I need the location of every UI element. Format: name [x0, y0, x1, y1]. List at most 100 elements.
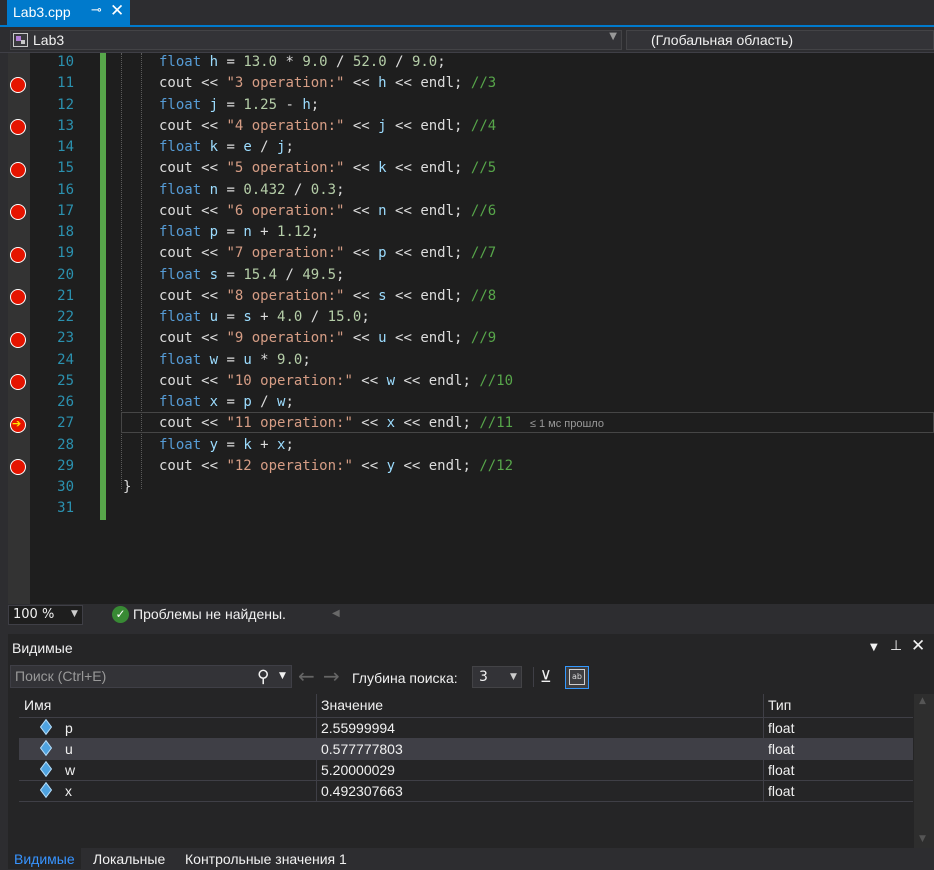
- code-line[interactable]: float p = n + 1.12;: [159, 224, 319, 240]
- tab-view-icon: ab: [569, 669, 585, 685]
- problems-status[interactable]: Проблемы не найдены.: [133, 606, 286, 622]
- row-value[interactable]: 0.492307663: [321, 783, 403, 799]
- code-line[interactable]: cout << "4 operation:" << j << endl; //4: [159, 118, 496, 134]
- code-token: =: [218, 181, 244, 198]
- column-resize-handle[interactable]: [763, 694, 764, 718]
- code-token: +: [251, 309, 278, 325]
- breakpoint-icon[interactable]: [10, 331, 26, 348]
- code-token: ;: [285, 139, 294, 155]
- window-menu-icon[interactable]: ▼: [870, 642, 878, 653]
- arrow-left-icon[interactable]: ←: [298, 664, 315, 688]
- view-mode-button[interactable]: ab: [565, 666, 589, 689]
- code-token: w: [386, 372, 396, 389]
- project-dropdown[interactable]: Lab3 ▼: [10, 30, 622, 50]
- code-token: +: [251, 224, 278, 240]
- code-token: ;: [361, 309, 370, 325]
- code-token: =: [218, 54, 244, 70]
- line-number: 30: [57, 479, 74, 495]
- zoom-dropdown[interactable]: 100 % ▼: [8, 605, 83, 625]
- code-token: x: [209, 394, 219, 410]
- code-editor[interactable]: 10 float h = 13.0 * 9.0 / 52.0 / 9.0; 11 co…: [8, 53, 934, 604]
- tool-tab-2[interactable]: Локальные: [87, 848, 171, 869]
- column-divider: [763, 739, 764, 760]
- code-token: p: [378, 245, 387, 262]
- vertical-scrollbar[interactable]: ▲ ▼: [914, 694, 934, 849]
- project-icon: [13, 33, 28, 47]
- code-line[interactable]: float n = 0.432 / 0.3;: [159, 182, 345, 198]
- code-token: =: [218, 266, 244, 283]
- code-line[interactable]: }: [123, 479, 131, 495]
- table-row[interactable]: u 0.577777803 float: [19, 739, 913, 760]
- code-line[interactable]: cout << "8 operation:" << s << endl; //8: [159, 288, 496, 304]
- column-header-type[interactable]: Тип: [768, 697, 791, 713]
- row-value[interactable]: 0.577777803: [321, 741, 403, 757]
- code-line[interactable]: cout << "11 operation:" << x << endl; //…: [159, 415, 604, 431]
- current-statement-breakpoint-icon[interactable]: [10, 416, 26, 433]
- code-token: "12 operation:": [226, 457, 353, 474]
- row-value[interactable]: 2.55999994: [321, 720, 395, 736]
- perf-tip[interactable]: ≤ 1 мс прошло: [530, 418, 604, 430]
- code-line[interactable]: float x = p / w;: [159, 394, 294, 410]
- close-tab-icon[interactable]: ✕: [110, 1, 124, 21]
- code-token: x: [386, 415, 396, 432]
- breakpoint-icon[interactable]: [10, 161, 26, 178]
- code-line[interactable]: float s = 15.4 / 49.5;: [159, 267, 344, 283]
- breakpoint-icon[interactable]: [10, 246, 26, 263]
- code-line[interactable]: float j = 1.25 - h;: [159, 97, 319, 113]
- code-line[interactable]: cout << "3 operation:" << h << endl; //3: [159, 75, 496, 91]
- code-token: 9.0: [411, 54, 438, 70]
- tab-lab3-cpp[interactable]: Lab3.cpp ⊸ ✕: [7, 0, 130, 25]
- column-resize-handle[interactable]: [316, 694, 317, 718]
- code-token: << endl;: [386, 160, 471, 177]
- column-header-name[interactable]: Имя: [24, 697, 51, 713]
- chevron-down-icon[interactable]: ▼: [279, 671, 286, 681]
- code-line[interactable]: cout << "9 operation:" << u << endl; //9: [159, 330, 496, 346]
- code-line[interactable]: float y = k + x;: [159, 437, 294, 453]
- scroll-down-icon[interactable]: ▼: [919, 834, 926, 844]
- table-row[interactable]: x 0.492307663 float: [19, 781, 913, 802]
- code-token: //12: [479, 457, 514, 474]
- column-header-value[interactable]: Значение: [321, 697, 383, 713]
- code-token: //6: [470, 202, 497, 219]
- code-token: cout <<: [159, 457, 227, 474]
- code-token: cout <<: [159, 245, 227, 262]
- search-depth-dropdown[interactable]: 3 ▼: [472, 666, 522, 688]
- code-token: 13.0: [243, 54, 278, 70]
- close-icon[interactable]: ✕: [911, 636, 925, 656]
- code-token: float: [159, 54, 210, 70]
- tool-tab-3[interactable]: Контрольные значения 1: [179, 848, 353, 869]
- code-line[interactable]: cout << "6 operation:" << n << endl; //6: [159, 203, 496, 219]
- pin-icon[interactable]: ⊥: [890, 638, 902, 654]
- code-line[interactable]: cout << "7 operation:" << p << endl; //7: [159, 245, 496, 261]
- scroll-left-icon[interactable]: ◀: [332, 608, 340, 619]
- code-line[interactable]: float u = s + 4.0 / 15.0;: [159, 309, 370, 325]
- breakpoint-icon[interactable]: [10, 76, 26, 93]
- code-token: float: [159, 436, 210, 453]
- code-line[interactable]: cout << "5 operation:" << k << endl; //5: [159, 160, 496, 176]
- code-line[interactable]: cout << "10 operation:" << w << endl; //…: [159, 373, 513, 389]
- code-token: float: [159, 224, 210, 240]
- row-value[interactable]: 5.20000029: [321, 762, 395, 778]
- code-line[interactable]: float w = u * 9.0;: [159, 352, 311, 368]
- table-row[interactable]: w 5.20000029 float: [19, 760, 913, 781]
- code-token: =: [218, 224, 244, 240]
- line-number: 12: [57, 96, 74, 113]
- code-line[interactable]: cout << "12 operation:" << y << endl; //…: [159, 458, 513, 474]
- table-row[interactable]: p 2.55999994 float: [19, 718, 913, 739]
- code-line[interactable]: float h = 13.0 * 9.0 / 52.0 / 9.0;: [159, 54, 446, 70]
- arrow-right-icon[interactable]: →: [323, 664, 340, 688]
- scroll-up-icon[interactable]: ▲: [919, 696, 926, 706]
- pin-filter-icon[interactable]: ⊻: [540, 667, 552, 686]
- tool-tab-1[interactable]: Видимые: [8, 848, 81, 869]
- code-token: k: [243, 436, 252, 453]
- line-number: 10: [57, 54, 74, 70]
- search-depth-label: Глубина поиска:: [352, 670, 458, 686]
- breakpoint-margin[interactable]: [8, 53, 30, 604]
- code-line[interactable]: float k = e / j;: [159, 139, 294, 155]
- code-token: "6 operation:": [226, 202, 345, 219]
- line-number: 23: [57, 330, 74, 347]
- pin-tab-icon[interactable]: ⊸: [91, 3, 102, 18]
- search-input[interactable]: [15, 668, 250, 684]
- search-icon[interactable]: ⚲: [257, 667, 269, 687]
- scope-dropdown[interactable]: (Глобальная область): [626, 30, 934, 50]
